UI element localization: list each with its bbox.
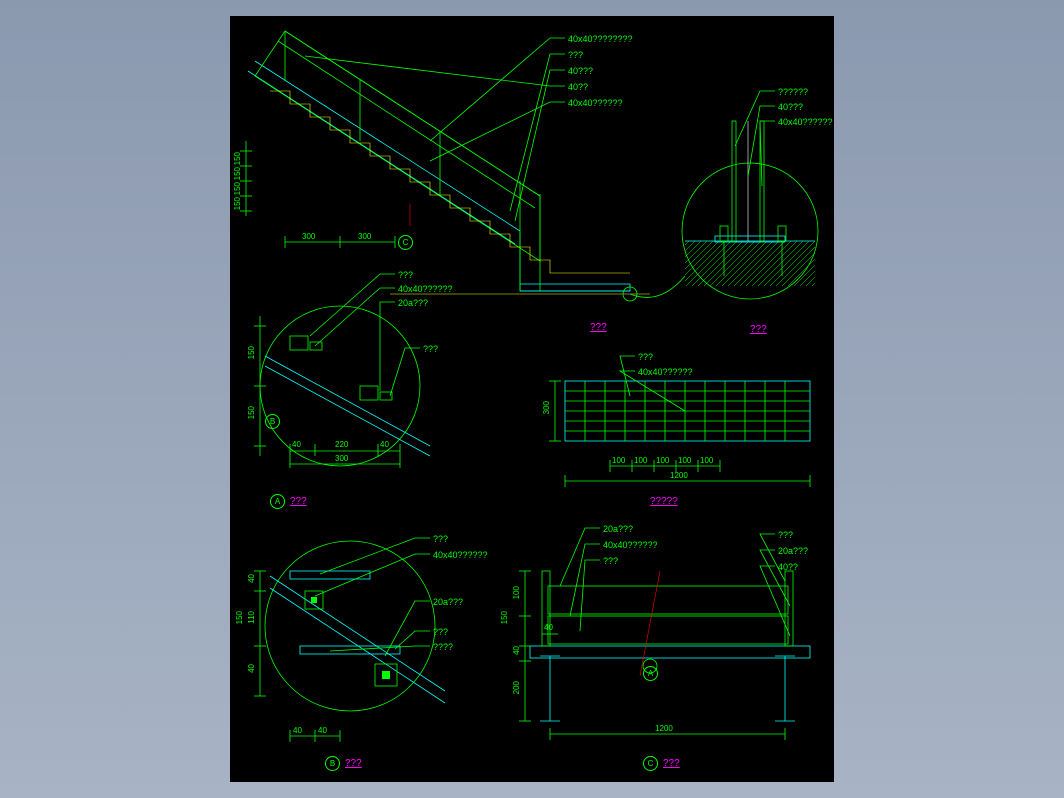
label-a-4: ??? — [423, 344, 438, 354]
callout-c: C — [643, 756, 658, 771]
label-c-5: 20a??? — [778, 546, 808, 556]
label-b-5: ???? — [433, 642, 453, 652]
dim-c-h40: 40 — [544, 623, 553, 632]
title-ctop: ??? — [750, 324, 767, 335]
dim-150-4: 150 — [233, 197, 242, 210]
dim-b-110: 110 — [247, 611, 256, 624]
dim-150-3: 150 — [233, 182, 242, 195]
label-g-2: 40x40?????? — [638, 367, 693, 377]
label-c-3: ??? — [603, 556, 618, 566]
label-main-5: 40x40?????? — [568, 98, 623, 108]
label-b-1: ??? — [433, 534, 448, 544]
dim-a-150b: 150 — [247, 406, 256, 419]
dim-g-100e: 100 — [700, 456, 713, 465]
dim-c-1200: 1200 — [655, 724, 673, 733]
dim-g-100a: 100 — [612, 456, 625, 465]
label-c-4: ??? — [778, 530, 793, 540]
dim-c-40: 40 — [512, 646, 521, 655]
label-main-4: 40?? — [568, 82, 588, 92]
label-c-2: 40x40?????? — [603, 540, 658, 550]
dim-g-100c: 100 — [656, 456, 669, 465]
label-b-4: ??? — [433, 627, 448, 637]
callout-b: B — [325, 756, 340, 771]
callout-c-main: C — [398, 235, 413, 250]
dim-300a: 300 — [302, 232, 315, 241]
title-b: ??? — [345, 758, 362, 769]
dim-150-2: 150 — [233, 167, 242, 180]
label-a-2: 40x40?????? — [398, 284, 453, 294]
dim-b-150: 150 — [235, 611, 244, 624]
label-ctop-2: 40??? — [778, 102, 803, 112]
dim-g-1200: 1200 — [670, 471, 688, 480]
dim-c-200: 200 — [512, 681, 521, 694]
label-ctop-1: ?????? — [778, 87, 808, 97]
dim-a-40a: 40 — [292, 440, 301, 449]
label-main-2: ??? — [568, 50, 583, 60]
title-c: ??? — [663, 758, 680, 769]
dim-b-h40b: 40 — [318, 726, 327, 735]
dim-g-300: 300 — [542, 401, 551, 414]
label-c-6: 40?? — [778, 562, 798, 572]
cad-drawing-canvas: 40x40???????? ??? 40??? 40?? 40x40??????… — [230, 16, 834, 782]
dim-g-100d: 100 — [678, 456, 691, 465]
dim-a-40b: 40 — [380, 440, 389, 449]
dim-b-h40a: 40 — [293, 726, 302, 735]
dim-b-40a: 40 — [247, 574, 256, 583]
drawing-svg — [230, 16, 834, 782]
label-main-3: 40??? — [568, 66, 593, 76]
callout-b-ref: B — [265, 414, 280, 429]
label-a-3: 20a??? — [398, 298, 428, 308]
dim-c-150: 150 — [500, 611, 509, 624]
title-a: ??? — [290, 496, 307, 507]
dim-g-100b: 100 — [634, 456, 647, 465]
callout-a-ref: A — [643, 666, 658, 681]
label-ctop-3: 40x40?????? — [778, 117, 833, 127]
label-a-1: ??? — [398, 270, 413, 280]
title-main: ??? — [590, 322, 607, 333]
label-b-3: 20a??? — [433, 597, 463, 607]
label-b-2: 40x40?????? — [433, 550, 488, 560]
dim-a-220: 220 — [335, 440, 348, 449]
label-c-1: 20a??? — [603, 524, 633, 534]
dim-300b: 300 — [358, 232, 371, 241]
dim-a-300: 300 — [335, 454, 348, 463]
title-grate: ????? — [650, 496, 678, 507]
dim-a-150a: 150 — [247, 346, 256, 359]
label-g-1: ??? — [638, 352, 653, 362]
section-c — [519, 528, 810, 740]
callout-a: A — [270, 494, 285, 509]
dim-150-1: 150 — [233, 152, 242, 165]
detail-b — [254, 538, 445, 742]
dim-c-100: 100 — [512, 586, 521, 599]
label-main-1: 40x40???????? — [568, 34, 633, 44]
dim-b-40b: 40 — [247, 664, 256, 673]
